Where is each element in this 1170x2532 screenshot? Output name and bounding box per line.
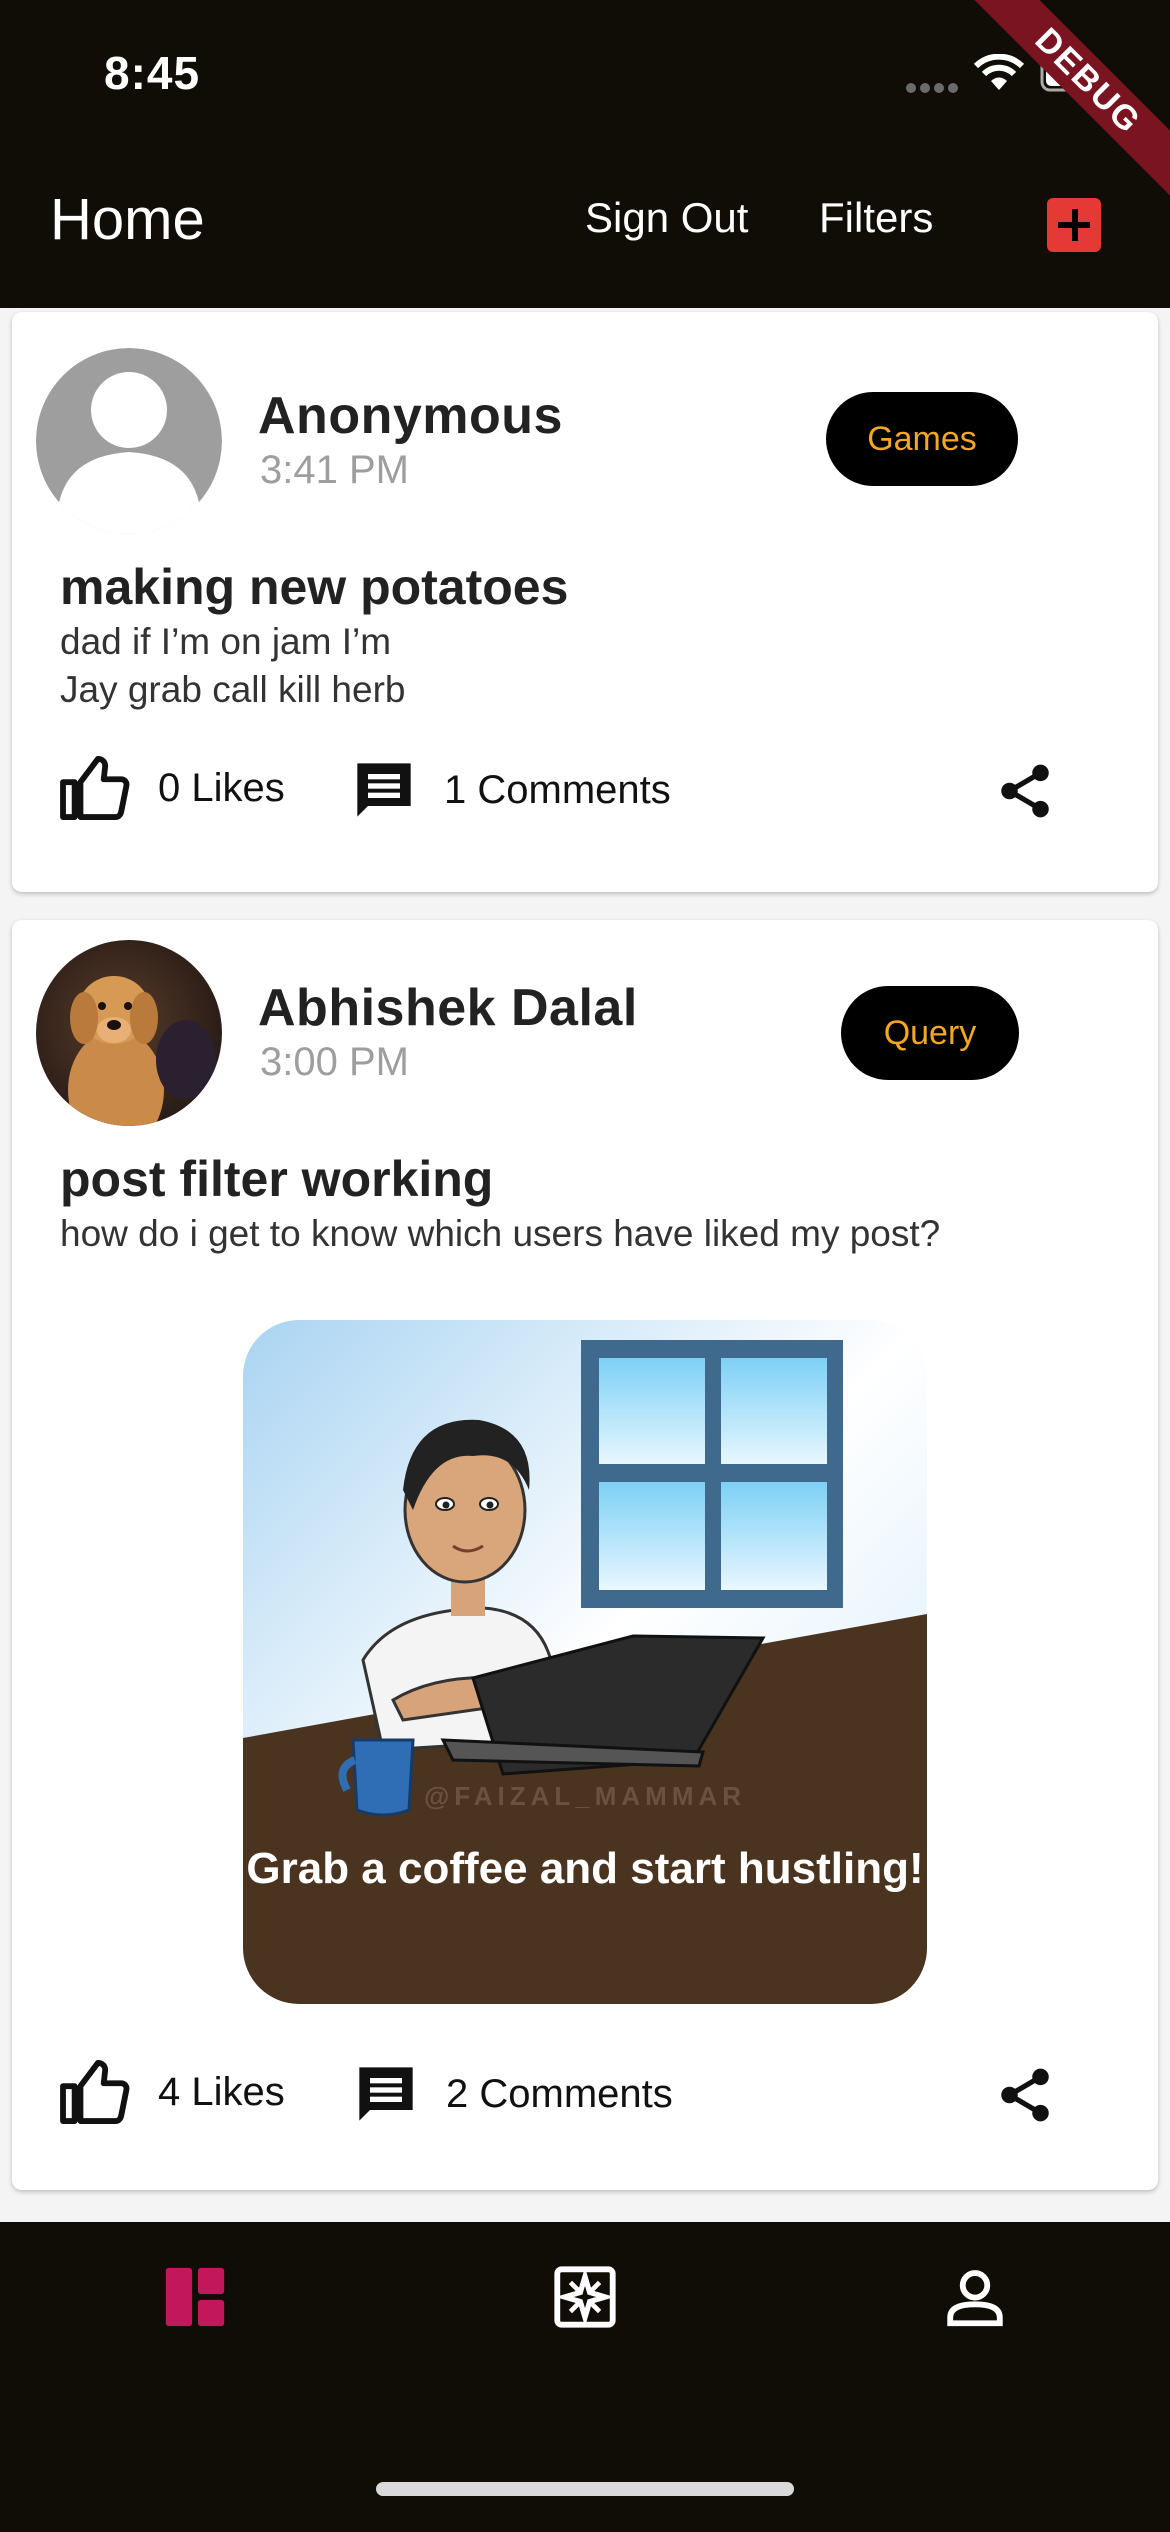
- comment-icon: [357, 763, 411, 817]
- post-time: 3:41 PM: [260, 448, 409, 492]
- filters-button[interactable]: Filters: [819, 194, 933, 242]
- share-icon[interactable]: [994, 760, 1056, 822]
- default-avatar-icon: [36, 348, 222, 534]
- post-image[interactable]: @FAIZAL_MAMMAR Grab a coffee and start h…: [243, 1320, 927, 2004]
- post-card: Abhishek Dalal 3:00 PM Query post filter…: [12, 920, 1158, 2190]
- wifi-icon: [973, 54, 1025, 90]
- likes-count: 4 Likes: [158, 2069, 285, 2114]
- like-button[interactable]: 0 Likes: [60, 756, 285, 820]
- hustle-illustration: @FAIZAL_MAMMAR: [243, 1320, 927, 2004]
- comment-icon: [359, 2067, 413, 2121]
- category-tag[interactable]: Games: [826, 392, 1018, 486]
- top-app-bar: 8:45 DEBUG Home Sign Out Filters: [0, 0, 1170, 308]
- sign-out-button[interactable]: Sign Out: [585, 194, 748, 242]
- avatar: [36, 940, 222, 1126]
- post-time: 3:00 PM: [260, 1040, 409, 1084]
- explore-icon[interactable]: [550, 2262, 620, 2332]
- post-title: post filter working: [60, 1151, 494, 1207]
- post-card: Anonymous 3:41 PM Games making new potat…: [12, 312, 1158, 892]
- comments-count: 1 Comments: [444, 767, 671, 812]
- comments-count: 2 Comments: [446, 2071, 673, 2116]
- post-feed[interactable]: Anonymous 3:41 PM Games making new potat…: [0, 308, 1170, 2222]
- person-icon[interactable]: [940, 2262, 1010, 2332]
- likes-count: 0 Likes: [158, 765, 285, 810]
- author-name: Anonymous: [258, 387, 563, 445]
- thumb-up-icon: [60, 756, 130, 820]
- thumb-up-icon: [60, 2060, 130, 2124]
- share-icon[interactable]: [994, 2064, 1056, 2126]
- like-button[interactable]: 4 Likes: [60, 2060, 285, 2124]
- category-tag[interactable]: Query: [841, 986, 1019, 1080]
- avatar: [36, 348, 222, 534]
- image-caption: Grab a coffee and start hustling!: [246, 1844, 924, 1893]
- image-watermark: @FAIZAL_MAMMAR: [424, 1781, 746, 1811]
- add-post-button[interactable]: [1047, 198, 1101, 252]
- post-title: making new potatoes: [60, 559, 569, 615]
- comment-button[interactable]: 2 Comments: [354, 2062, 673, 2126]
- signal-icon: [906, 80, 962, 98]
- post-body: how do i get to know which users have li…: [60, 1213, 941, 1254]
- comment-button[interactable]: 1 Comments: [352, 758, 671, 822]
- status-time: 8:45: [104, 47, 201, 99]
- post-body: dad if I’m on jam I’m Jay grab call kill…: [60, 621, 406, 710]
- dog-avatar-image: [36, 940, 222, 1126]
- home-indicator: [376, 2482, 794, 2496]
- author-name: Abhishek Dalal: [258, 979, 638, 1037]
- page-title: Home: [50, 187, 205, 252]
- debug-banner: DEBUG: [958, 0, 1170, 211]
- dashboard-icon[interactable]: [160, 2262, 230, 2332]
